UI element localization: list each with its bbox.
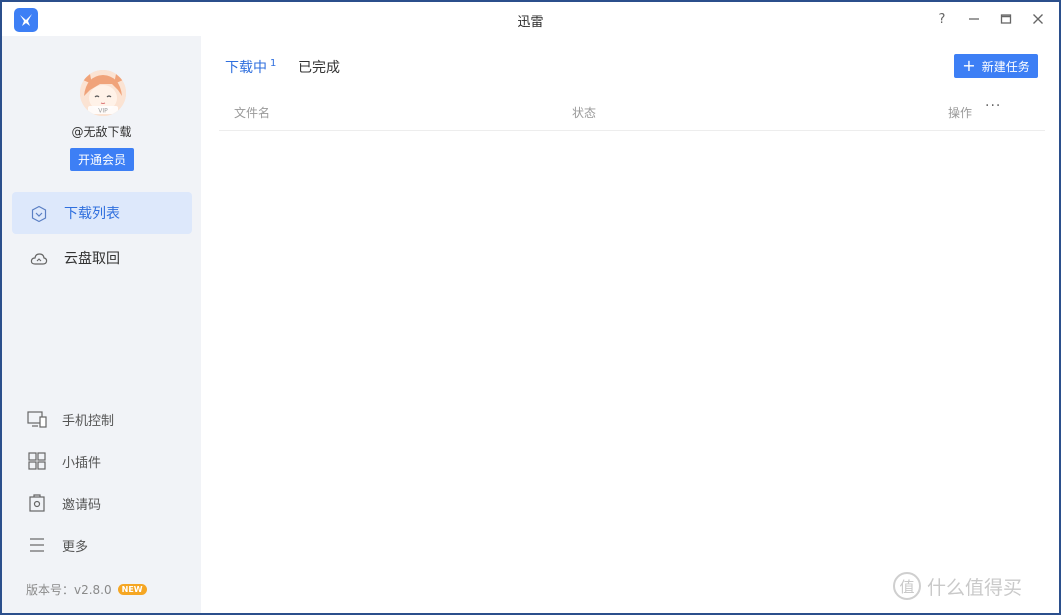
sidebar: VIP @无敌下载 开通会员 下载列表 云盘取回 手机控制 小插件 邀请码 更多… <box>2 36 201 613</box>
close-icon <box>1033 14 1043 24</box>
tab-label: 已完成 <box>298 60 340 76</box>
new-task-button[interactable]: + 新建任务 <box>954 54 1038 78</box>
version-label: 版本号：v2.8.0 <box>26 583 112 597</box>
menu-icon <box>30 538 44 552</box>
username: @无敌下载 <box>71 125 132 139</box>
sidebar-item-download-list[interactable]: 下载列表 <box>12 192 192 234</box>
column-header-status[interactable]: 状态 <box>572 104 596 121</box>
minimize-button[interactable] <box>965 10 983 28</box>
tab-completed[interactable]: 已完成 <box>298 57 340 77</box>
cloud-icon <box>30 253 48 265</box>
app-window: 迅雷 ? VIP @无敌下载 开通会员 下载列表 云盘取回 手机控制 小插件 邀… <box>2 2 1059 613</box>
sidebar-item-label: 下载列表 <box>64 206 120 222</box>
tab-label: 下载中 <box>225 60 267 76</box>
maximize-button[interactable] <box>997 10 1015 28</box>
watermark: 值 什么值得买 <box>893 572 1022 600</box>
watermark-text: 什么值得买 <box>927 576 1023 599</box>
new-badge: NEW <box>117 584 147 595</box>
watermark-logo-icon: 值 <box>893 572 921 600</box>
grid-icon <box>28 452 46 470</box>
sidebar-item-label: 云盘取回 <box>64 251 120 267</box>
sidebar-item-plugins[interactable]: 小插件 <box>24 447 184 475</box>
invite-icon <box>29 494 45 512</box>
column-header-filename[interactable]: 文件名 <box>234 104 270 121</box>
sidebar-item-more[interactable]: 更多 <box>24 531 184 559</box>
column-header-actions: 操作 <box>948 106 973 120</box>
sidebar-item-label: 更多 <box>62 539 89 555</box>
sidebar-item-label: 小插件 <box>62 455 102 471</box>
sidebar-item-label: 邀请码 <box>62 497 102 513</box>
sidebar-item-cloud-retrieve[interactable]: 云盘取回 <box>12 237 192 279</box>
new-task-label: 新建任务 <box>981 59 1030 74</box>
avatar[interactable]: VIP <box>80 70 126 116</box>
minimize-icon <box>969 18 979 20</box>
help-button[interactable]: ? <box>933 10 951 28</box>
sidebar-item-phone-control[interactable]: 手机控制 <box>24 405 184 433</box>
vip-button[interactable]: 开通会员 <box>70 148 134 171</box>
header-divider <box>219 130 1045 131</box>
download-icon <box>31 205 47 223</box>
tab-downloading[interactable]: 下载中 1 <box>225 57 276 77</box>
title-bar: 迅雷 ? <box>2 2 1059 36</box>
device-icon <box>27 411 47 428</box>
tab-count: 1 <box>270 58 277 70</box>
sidebar-item-label: 手机控制 <box>62 413 115 429</box>
plus-icon: + <box>962 56 976 75</box>
maximize-icon <box>1000 14 1012 24</box>
close-button[interactable] <box>1029 10 1047 28</box>
window-title: 迅雷 <box>517 15 544 30</box>
more-options-icon[interactable]: ··· <box>985 98 1001 114</box>
main-panel: 下载中 1 已完成 + 新建任务 文件名 状态 操作 ··· 值 什么值得买 <box>201 36 1059 613</box>
sidebar-item-invite-code[interactable]: 邀请码 <box>24 489 184 517</box>
version-info: 版本号：v2.8.0 NEW <box>26 581 147 598</box>
svg-text:VIP: VIP <box>98 108 108 115</box>
question-icon: ? <box>938 11 946 27</box>
